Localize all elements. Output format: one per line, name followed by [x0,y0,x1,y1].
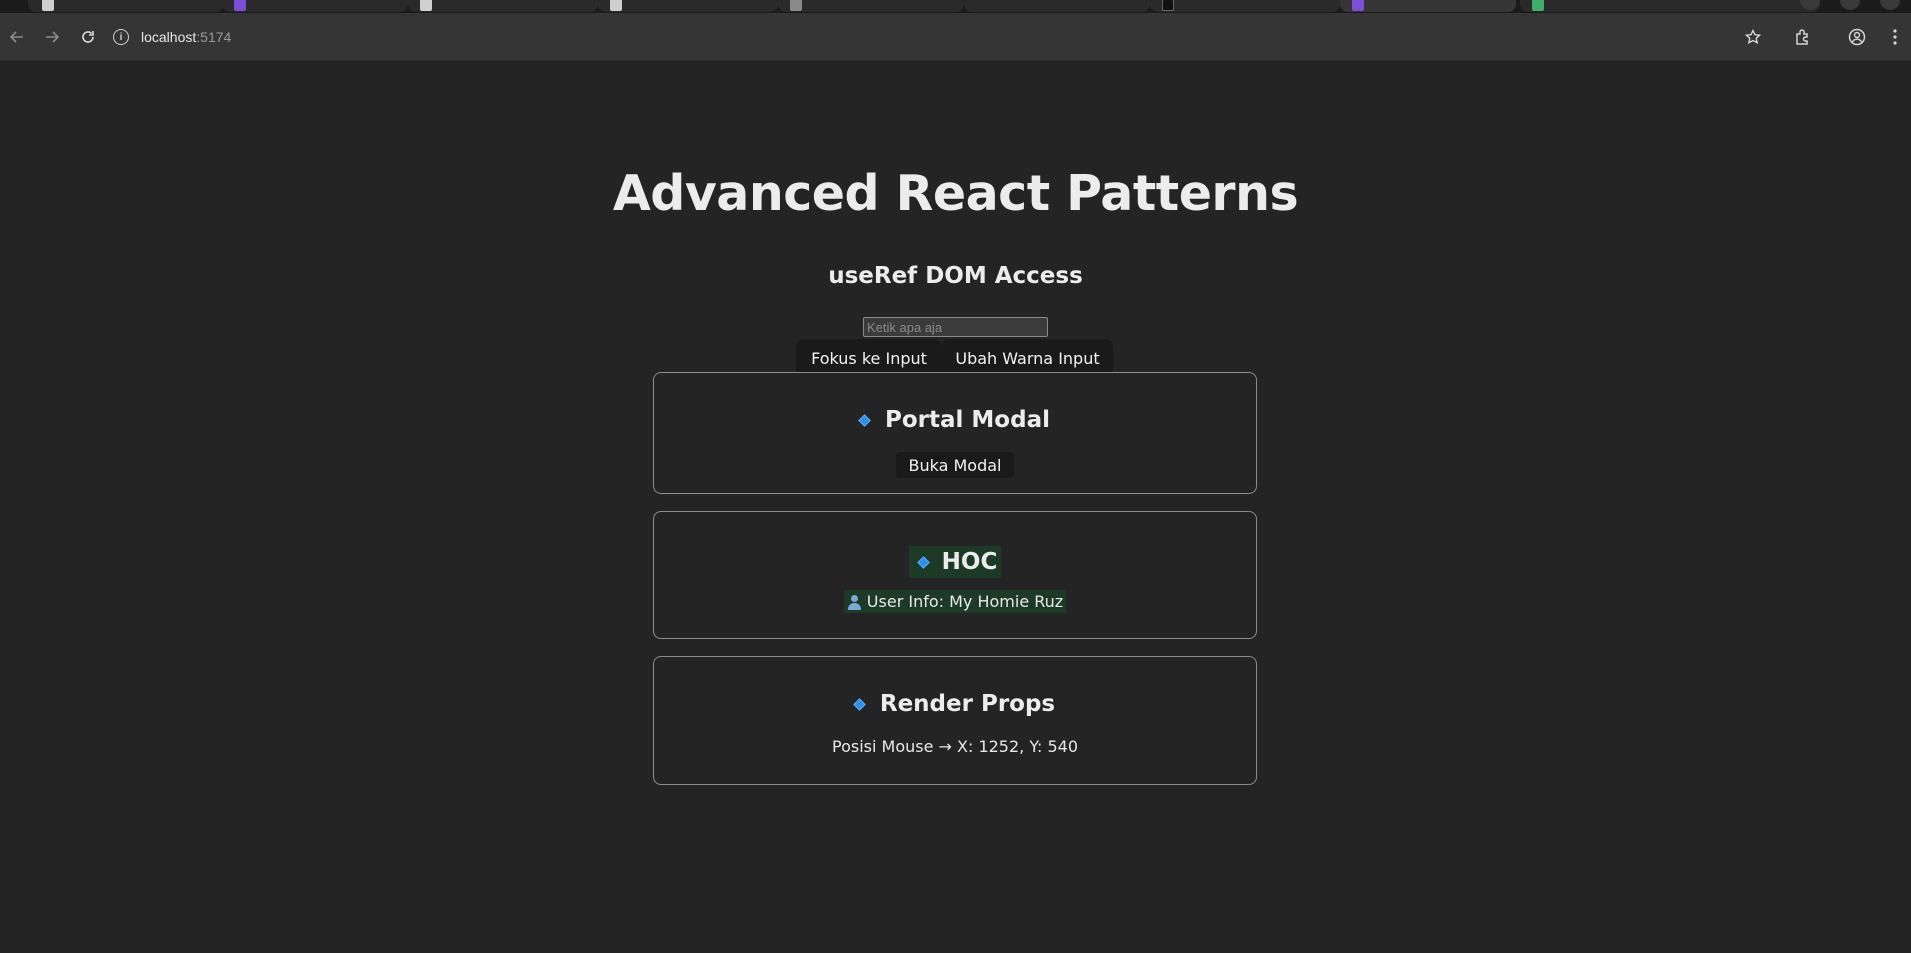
window-close-icon[interactable] [1880,0,1900,10]
page-title: Advanced React Patterns [612,165,1299,222]
useref-text-input[interactable] [863,317,1048,337]
reload-icon[interactable] [78,27,98,47]
site-info-icon[interactable]: i [113,29,129,45]
diamond-icon [916,555,930,569]
hoc-highlight: HOC [908,546,1002,578]
browser-tab[interactable] [598,0,778,12]
portal-modal-card: Portal Modal Buka Modal [653,372,1257,494]
browser-tab-active[interactable] [1340,0,1516,12]
render-props-heading: Render Props [654,691,1256,717]
browser-tab[interactable] [222,0,408,12]
browser-tab[interactable] [1520,0,1820,12]
url-host: localhost [141,29,197,45]
user-info-text: User Info: My Homie Ruz [866,592,1064,611]
person-icon [847,594,861,610]
browser-tab[interactable] [408,0,598,12]
hoc-card: HOC User Info: My Homie Ruz [653,511,1257,639]
tab-strip [0,0,1911,13]
back-arrow-icon[interactable] [7,27,27,47]
browser-tab[interactable] [964,0,1150,12]
bookmark-star-icon[interactable] [1742,26,1764,48]
browser-toolbar: i localhost:5174 [0,13,1911,61]
hoc-heading: HOC [654,546,1256,578]
open-modal-button[interactable]: Buka Modal [896,452,1014,478]
url-port: :5174 [196,29,232,45]
menu-dots-icon[interactable] [1884,26,1906,48]
render-props-card: Render Props Posisi Mouse → X: 1252, Y: … [653,656,1257,785]
diamond-icon [858,413,871,427]
browser-tab[interactable] [28,0,224,12]
profile-icon[interactable] [1846,26,1868,48]
user-info: User Info: My Homie Ruz [654,590,1256,613]
browser-tab[interactable] [1150,0,1340,12]
portal-modal-title: Portal Modal [885,407,1050,433]
address-bar[interactable]: i localhost:5174 [113,23,1773,51]
useref-heading: useRef DOM Access [828,263,1083,289]
render-props-title: Render Props [879,691,1056,717]
portal-modal-heading: Portal Modal [654,407,1256,433]
forward-arrow-icon[interactable] [42,27,62,47]
mouse-position-text: Posisi Mouse → X: 1252, Y: 540 [832,737,1078,756]
diamond-icon [852,697,866,711]
window-maximize-icon[interactable] [1840,0,1860,10]
browser-tab[interactable] [778,0,964,12]
hoc-title: HOC [941,549,998,575]
extensions-icon[interactable] [1792,26,1814,48]
page-viewport: Advanced React Patterns useRef DOM Acces… [0,61,1911,953]
